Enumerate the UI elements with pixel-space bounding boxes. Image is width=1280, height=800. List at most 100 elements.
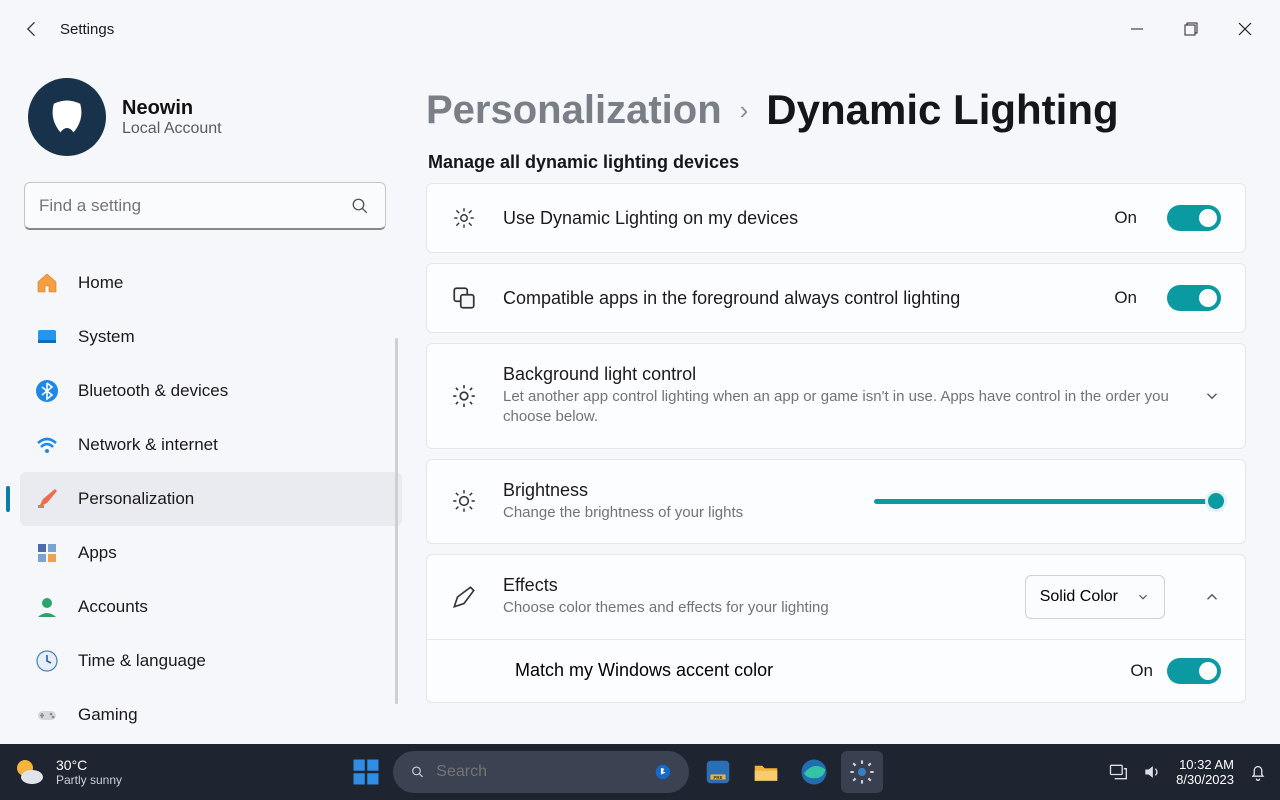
chevron-down-icon bbox=[1203, 387, 1221, 405]
content-pane: Personalization › Dynamic Lighting Manag… bbox=[410, 58, 1280, 744]
window-title: Settings bbox=[60, 21, 114, 38]
weather-temp: 30°C bbox=[56, 757, 122, 773]
profile-block[interactable]: Neowin Local Account bbox=[0, 70, 410, 174]
start-button[interactable] bbox=[347, 753, 385, 791]
paintbrush-icon bbox=[34, 486, 60, 512]
svg-text:PRE: PRE bbox=[714, 775, 723, 780]
maximize-button[interactable] bbox=[1164, 5, 1218, 53]
effects-dropdown[interactable]: Solid Color bbox=[1025, 575, 1165, 619]
sidebar-item-personalization[interactable]: Personalization bbox=[20, 472, 402, 526]
taskbar-clock[interactable]: 10:32 AM 8/30/2023 bbox=[1176, 757, 1234, 787]
toggle-state-label: On bbox=[1114, 208, 1137, 228]
sidebar-item-time[interactable]: Time & language bbox=[0, 634, 410, 688]
system-icon bbox=[34, 324, 60, 350]
card-compatible-apps: Compatible apps in the foreground always… bbox=[426, 263, 1246, 333]
breadcrumb: Personalization › Dynamic Lighting bbox=[426, 86, 1246, 134]
chevron-up-icon[interactable] bbox=[1203, 588, 1221, 606]
chevron-down-icon bbox=[1136, 590, 1150, 604]
taskbar-search[interactable] bbox=[393, 751, 689, 793]
lighting-icon bbox=[451, 204, 479, 232]
slider-thumb[interactable] bbox=[1208, 493, 1224, 509]
card-title: Background light control bbox=[503, 364, 1179, 385]
volume-icon[interactable] bbox=[1142, 762, 1162, 782]
page-title: Dynamic Lighting bbox=[766, 86, 1118, 134]
clock-globe-icon bbox=[34, 648, 60, 674]
card-title: Brightness bbox=[503, 480, 850, 501]
sidebar-item-gaming[interactable]: Gaming bbox=[0, 688, 410, 742]
nav-list: Home System Bluetooth & devices Network … bbox=[0, 256, 410, 742]
profile-name: Neowin bbox=[122, 97, 222, 120]
card-title: Match my Windows accent color bbox=[515, 660, 1130, 681]
card-use-dynamic-lighting: Use Dynamic Lighting on my devices On bbox=[426, 183, 1246, 253]
pen-icon bbox=[451, 583, 479, 611]
toggle-match-accent[interactable] bbox=[1167, 658, 1221, 684]
taskbar-app-preview[interactable]: PRE bbox=[697, 751, 739, 793]
sidebar-item-label: Accounts bbox=[78, 597, 148, 617]
bing-chat-icon bbox=[655, 760, 671, 784]
taskbar-app-settings[interactable] bbox=[841, 751, 883, 793]
apps-overlap-icon bbox=[451, 284, 479, 312]
gear-icon bbox=[451, 382, 479, 410]
taskbar-search-input[interactable] bbox=[436, 763, 643, 781]
card-brightness: Brightness Change the brightness of your… bbox=[426, 459, 1246, 544]
taskbar-weather[interactable]: 30°C Partly sunny bbox=[12, 755, 122, 789]
dropdown-value: Solid Color bbox=[1040, 588, 1118, 606]
sidebar-item-label: Apps bbox=[78, 543, 117, 563]
home-icon bbox=[34, 270, 60, 296]
sidebar-item-accounts[interactable]: Accounts bbox=[0, 580, 410, 634]
brightness-slider[interactable] bbox=[874, 499, 1221, 504]
toggle-compatible-apps[interactable] bbox=[1167, 285, 1221, 311]
profile-sub: Local Account bbox=[122, 120, 222, 138]
toggle-state-label: On bbox=[1114, 288, 1137, 308]
card-title: Compatible apps in the foreground always… bbox=[503, 288, 1090, 309]
search-input[interactable] bbox=[39, 196, 341, 216]
sidebar-item-label: Bluetooth & devices bbox=[78, 381, 228, 401]
avatar bbox=[28, 78, 106, 156]
gear-icon bbox=[848, 758, 876, 786]
sidebar-item-system[interactable]: System bbox=[0, 310, 410, 364]
brightness-icon bbox=[451, 487, 479, 515]
folder-icon bbox=[751, 757, 781, 787]
sidebar-item-bluetooth[interactable]: Bluetooth & devices bbox=[0, 364, 410, 418]
taskbar: 30°C Partly sunny PRE 10:32 AM 8/30/2023 bbox=[0, 744, 1280, 800]
back-button[interactable] bbox=[8, 5, 56, 53]
maximize-icon bbox=[1184, 22, 1198, 36]
toggle-use-dynamic-lighting[interactable] bbox=[1167, 205, 1221, 231]
breadcrumb-parent[interactable]: Personalization bbox=[426, 88, 722, 133]
edge-icon bbox=[799, 757, 829, 787]
weather-cond: Partly sunny bbox=[56, 773, 122, 787]
sidebar: Neowin Local Account Home System Bluetoo… bbox=[0, 58, 410, 744]
clock-date: 8/30/2023 bbox=[1176, 772, 1234, 787]
cast-icon[interactable] bbox=[1108, 762, 1128, 782]
sidebar-item-apps[interactable]: Apps bbox=[0, 526, 410, 580]
weather-icon bbox=[12, 755, 46, 789]
card-background-light-control[interactable]: Background light control Let another app… bbox=[426, 343, 1246, 449]
toggle-state-label: On bbox=[1130, 661, 1153, 681]
sidebar-scrollbar[interactable] bbox=[395, 338, 398, 704]
titlebar: Settings bbox=[0, 0, 1280, 58]
section-title: Manage all dynamic lighting devices bbox=[428, 152, 1246, 173]
search-icon bbox=[351, 196, 371, 216]
minimize-button[interactable] bbox=[1110, 5, 1164, 53]
card-title: Use Dynamic Lighting on my devices bbox=[503, 208, 1090, 229]
windows-icon bbox=[351, 757, 381, 787]
person-icon bbox=[34, 594, 60, 620]
chevron-right-icon: › bbox=[740, 95, 749, 126]
sidebar-item-label: System bbox=[78, 327, 135, 347]
close-button[interactable] bbox=[1218, 5, 1272, 53]
sidebar-item-network[interactable]: Network & internet bbox=[0, 418, 410, 472]
sidebar-item-label: Network & internet bbox=[78, 435, 218, 455]
sidebar-item-label: Time & language bbox=[78, 651, 206, 671]
minimize-icon bbox=[1130, 22, 1144, 36]
notifications-icon[interactable] bbox=[1248, 762, 1268, 782]
avatar-icon bbox=[45, 95, 89, 139]
card-match-accent: Match my Windows accent color On bbox=[426, 640, 1246, 703]
gamepad-icon bbox=[34, 702, 60, 728]
card-subtitle: Choose color themes and effects for your… bbox=[503, 598, 1001, 618]
search-box[interactable] bbox=[24, 182, 386, 230]
sidebar-item-home[interactable]: Home bbox=[0, 256, 410, 310]
taskbar-app-explorer[interactable] bbox=[745, 751, 787, 793]
taskbar-app-edge[interactable] bbox=[793, 751, 835, 793]
card-subtitle: Change the brightness of your lights bbox=[503, 503, 850, 523]
close-icon bbox=[1238, 22, 1252, 36]
